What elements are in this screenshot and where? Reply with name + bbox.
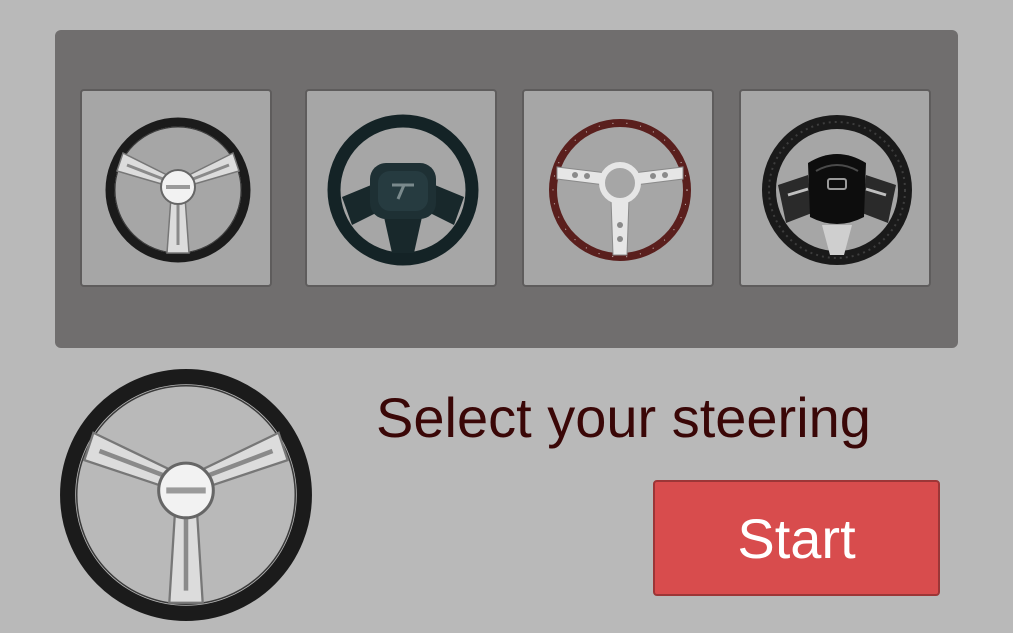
steering-selector-panel bbox=[55, 30, 958, 348]
start-button-label: Start bbox=[737, 506, 856, 570]
sport-multifunction-wheel-icon bbox=[762, 115, 912, 265]
steering-option-1[interactable] bbox=[80, 89, 272, 287]
start-button[interactable]: Start bbox=[653, 480, 940, 596]
wood-rim-three-spoke-wheel-icon bbox=[549, 119, 691, 261]
black-airbag-wheel-icon bbox=[327, 114, 479, 266]
selected-steering-preview bbox=[60, 369, 312, 621]
chrome-three-spoke-wheel-icon bbox=[60, 369, 312, 621]
page-title: Select your steering bbox=[376, 386, 871, 449]
steering-option-2[interactable] bbox=[305, 89, 497, 287]
chrome-three-spoke-wheel-icon bbox=[105, 117, 251, 263]
steering-option-3[interactable] bbox=[522, 89, 714, 287]
steering-option-4[interactable] bbox=[739, 89, 931, 287]
